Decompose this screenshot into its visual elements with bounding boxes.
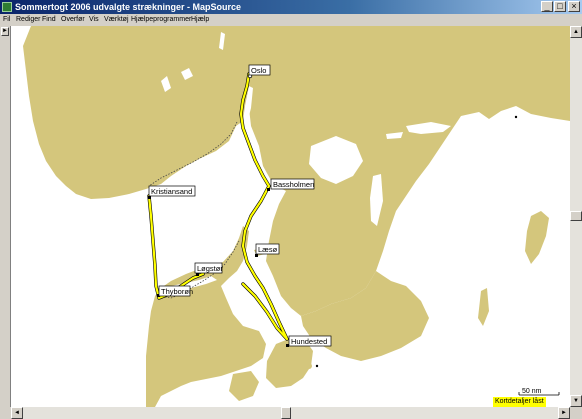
map-detail-status: Kortdetaljer låst — [493, 397, 546, 407]
scale-label: 50 nm — [522, 388, 542, 395]
scroll-down-button[interactable]: ▼ — [570, 395, 582, 407]
mapsource-window: Sommertogt 2006 udvalgte strækninger - M… — [0, 0, 582, 419]
label-kristiansand[interactable]: Kristiansand — [151, 187, 192, 196]
waypoint-laeso[interactable] — [255, 254, 258, 257]
menu-vis[interactable]: Vis — [89, 15, 99, 24]
label-bassholmen[interactable]: Bassholmen — [273, 180, 314, 189]
scroll-right-button[interactable]: ► — [558, 407, 570, 419]
map-view[interactable]: Oslo Bassholmen Kristiansand Læsø Løgstø… — [11, 26, 570, 407]
menu-hjaelp[interactable]: Hjælp — [191, 15, 209, 24]
scroll-up-button[interactable]: ▲ — [570, 26, 582, 38]
vertical-scroll-thumb[interactable] — [570, 211, 582, 221]
scroll-left-button[interactable]: ◄ — [11, 407, 23, 419]
small-island — [306, 363, 312, 369]
mapsource-icon[interactable] — [2, 2, 12, 12]
waypoint-bassholmen[interactable] — [267, 188, 270, 191]
menu-fil[interactable]: Fil — [3, 15, 10, 24]
waypoint-stockholm — [514, 115, 518, 119]
maximize-button[interactable]: □ — [554, 1, 566, 12]
horizontal-scrollbar[interactable]: ◄ ► — [11, 407, 570, 419]
menu-bar: Fil Rediger Find Overfør Vis Værktøj Hjæ… — [0, 14, 582, 26]
label-logstor[interactable]: Løgstør — [197, 264, 223, 273]
menu-hjaelpeprogrammer[interactable]: Hjælpeprogrammer — [131, 15, 191, 24]
close-button[interactable]: × — [568, 1, 580, 12]
expand-arrow-icon[interactable]: ► — [1, 27, 9, 36]
waypoint-kristiansand[interactable] — [148, 196, 151, 199]
label-hundested[interactable]: Hundested — [291, 337, 327, 346]
menu-rediger[interactable]: Rediger — [16, 15, 41, 24]
label-laeso[interactable]: Læsø — [258, 245, 278, 254]
waypoint-logstor[interactable] — [196, 273, 199, 276]
menu-find[interactable]: Find — [42, 15, 56, 24]
map-canvas: Oslo Bassholmen Kristiansand Læsø Løgstø… — [11, 26, 570, 407]
label-oslo[interactable]: Oslo — [251, 66, 266, 75]
menu-vaerktoj[interactable]: Værktøj — [104, 15, 129, 24]
vertical-scrollbar[interactable]: ▲ ▼ — [570, 26, 582, 407]
horizontal-scroll-thumb[interactable] — [281, 407, 291, 419]
scroll-corner — [570, 407, 582, 419]
left-panel-toggle: ► — [0, 26, 11, 407]
label-thyboron[interactable]: Thyborøn — [161, 287, 193, 296]
waypoint-hundested[interactable] — [286, 344, 289, 347]
window-title: Sommertogt 2006 udvalgte strækninger - M… — [15, 2, 242, 12]
minimize-button[interactable]: _ — [541, 1, 553, 12]
waypoint-small — [315, 364, 319, 368]
menu-overfor[interactable]: Overfør — [61, 15, 85, 24]
title-bar: Sommertogt 2006 udvalgte strækninger - M… — [0, 0, 582, 14]
